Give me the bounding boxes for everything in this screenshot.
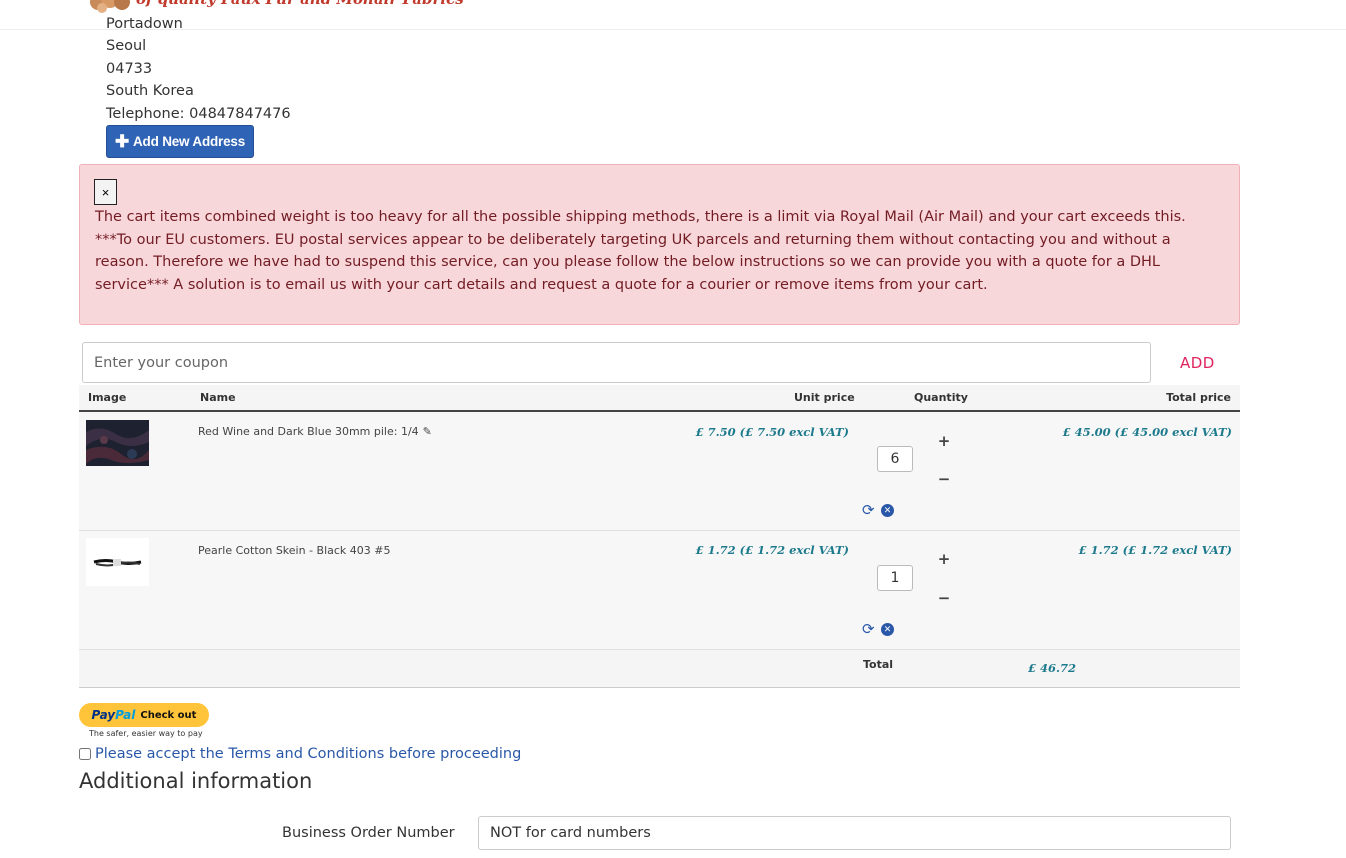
address-city-partial: Portadown bbox=[106, 16, 183, 32]
coupon-input[interactable] bbox=[82, 342, 1151, 383]
line-total-price: £ 45.00 (£ 45.00 excl VAT) bbox=[1062, 425, 1232, 439]
remove-icon[interactable]: ✕ bbox=[881, 623, 894, 636]
logo-icon[interactable] bbox=[88, 0, 132, 16]
column-header-image: Image bbox=[88, 391, 127, 404]
quantity-decrease-button[interactable]: − bbox=[937, 472, 951, 487]
site-header: of quality Faux Fur and Mohair Fabrics bbox=[0, 0, 1346, 30]
refresh-icon[interactable]: ⟳ bbox=[862, 503, 875, 518]
product-name-link[interactable]: Pearle Cotton Skein - Black 403 #5 bbox=[198, 544, 391, 557]
business-order-input[interactable] bbox=[478, 816, 1231, 850]
paypal-checkout-label: Check out bbox=[140, 709, 197, 721]
product-name: Red Wine and Dark Blue 30mm pile: 1/4 bbox=[198, 425, 419, 438]
column-header-name: Name bbox=[200, 391, 236, 404]
terms-checkbox[interactable] bbox=[79, 748, 91, 760]
unit-price: £ 1.72 (£ 1.72 excl VAT) bbox=[695, 543, 849, 557]
add-new-address-label: Add New Address bbox=[133, 134, 246, 149]
refresh-icon[interactable]: ⟳ bbox=[862, 622, 875, 637]
total-value: £ 46.72 bbox=[1028, 661, 1077, 675]
quantity-input[interactable] bbox=[877, 565, 913, 591]
pencil-icon[interactable]: ✎ bbox=[423, 425, 432, 438]
coupon-add-button[interactable]: ADD bbox=[1180, 354, 1215, 372]
column-header-quantity: Quantity bbox=[914, 391, 968, 404]
logo-tagline[interactable]: of quality Faux Fur and Mohair Fabrics bbox=[136, 0, 464, 8]
fur-swatch-icon[interactable] bbox=[86, 420, 149, 466]
business-order-label: Business Order Number bbox=[282, 825, 455, 841]
additional-info-title: Additional information bbox=[79, 769, 313, 793]
terms-link[interactable]: Please accept the Terms and Conditions b… bbox=[95, 746, 521, 762]
cart-row: Red Wine and Dark Blue 30mm pile: 1/4 ✎ £… bbox=[79, 412, 1240, 531]
paypal-tagline: The safer, easier way to pay bbox=[89, 729, 203, 738]
quantity-increase-button[interactable]: + bbox=[937, 434, 951, 449]
cart-table-header: Image Name Unit price Quantity Total pri… bbox=[79, 385, 1240, 412]
quantity-input[interactable] bbox=[877, 446, 913, 472]
column-header-total-price: Total price bbox=[1166, 391, 1231, 404]
add-new-address-button[interactable]: ✚ Add New Address bbox=[106, 125, 254, 158]
paypal-logo: PayPal bbox=[91, 708, 136, 722]
alert-close-button[interactable]: × bbox=[94, 179, 117, 205]
column-header-unit-price: Unit price bbox=[794, 391, 855, 404]
remove-icon[interactable]: ✕ bbox=[881, 504, 894, 517]
paypal-checkout-button[interactable]: PayPal Check out bbox=[79, 703, 209, 727]
shipping-weight-alert: × The cart items combined weight is too … bbox=[79, 164, 1240, 325]
address-country: South Korea bbox=[106, 83, 194, 99]
quantity-increase-button[interactable]: + bbox=[937, 552, 951, 567]
line-total-price: £ 1.72 (£ 1.72 excl VAT) bbox=[1078, 543, 1232, 557]
address-telephone: Telephone: 04847847476 bbox=[106, 106, 291, 122]
total-label: Total bbox=[863, 658, 894, 671]
address-postcode: 04733 bbox=[106, 61, 153, 77]
address-city: Seoul bbox=[106, 38, 147, 54]
product-name-link[interactable]: Red Wine and Dark Blue 30mm pile: 1/4 ✎ bbox=[198, 425, 432, 438]
product-name: Pearle Cotton Skein - Black 403 #5 bbox=[198, 544, 391, 557]
thread-skein-icon[interactable] bbox=[86, 538, 149, 586]
unit-price: £ 7.50 (£ 7.50 excl VAT) bbox=[695, 425, 849, 439]
cart-row: Pearle Cotton Skein - Black 403 #5 £ 1.7… bbox=[79, 531, 1240, 650]
plus-icon: ✚ bbox=[114, 132, 129, 151]
quantity-decrease-button[interactable]: − bbox=[937, 591, 951, 606]
alert-message: The cart items combined weight is too he… bbox=[95, 209, 1186, 293]
cart-total-row: Total £ 46.72 bbox=[79, 650, 1240, 688]
